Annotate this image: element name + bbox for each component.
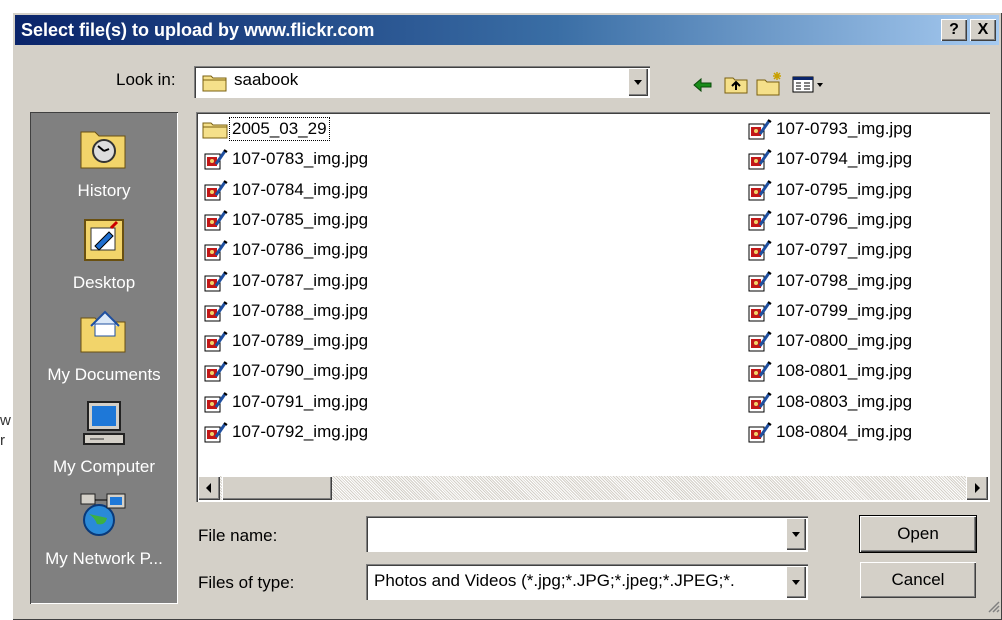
my-network-places-icon	[30, 490, 178, 545]
place-my-computer-label: My Computer	[52, 457, 156, 476]
file-name-text: 107-0786_img.jpg	[232, 240, 369, 260]
place-my-documents-label: My Documents	[47, 365, 161, 384]
file-name-text: 107-0785_img.jpg	[232, 209, 369, 229]
files-of-type-dropdown-button[interactable]	[786, 566, 806, 598]
file-name-text: 107-0783_img.jpg	[232, 149, 369, 169]
image-file-icon	[202, 300, 228, 329]
file-name-text: 2005_03_29	[229, 117, 330, 141]
file-name-text: 107-0790_img.jpg	[232, 361, 369, 381]
files-of-type-dropdown[interactable]: Photos and Videos (*.jpg;*.JPG;*.jpeg;*.…	[366, 564, 808, 600]
image-file-icon	[202, 422, 228, 450]
background-text-fragment: w	[0, 412, 11, 429]
file-name-dropdown-button[interactable]	[786, 518, 806, 550]
scroll-thumb[interactable]	[222, 476, 332, 500]
image-file-icon	[746, 210, 772, 238]
close-button[interactable]: X	[970, 19, 996, 41]
scroll-right-button[interactable]	[966, 476, 988, 500]
file-name-text: 107-0799_img.jpg	[776, 300, 913, 320]
file-name-text: 107-0797_img.jpg	[776, 240, 913, 260]
file-name-text: 107-0791_img.jpg	[232, 391, 369, 411]
file-name-text: 107-0792_img.jpg	[232, 422, 369, 441]
place-my-network-places[interactable]: My Network P...	[30, 490, 178, 569]
view-menu-icon[interactable]	[792, 76, 826, 99]
place-desktop[interactable]: Desktop	[30, 214, 178, 293]
file-name-text: 107-0789_img.jpg	[232, 331, 369, 351]
folder-icon	[202, 119, 228, 145]
image-file-icon	[202, 240, 228, 268]
file-name-text: 107-0800_img.jpg	[776, 331, 913, 351]
image-file-icon	[746, 119, 772, 147]
files-of-type-value: Photos and Videos (*.jpg;*.JPG;*.jpeg;*.…	[374, 571, 735, 590]
new-folder-icon[interactable]	[756, 70, 784, 101]
image-file-icon	[746, 270, 772, 299]
image-file-icon	[202, 331, 228, 359]
image-file-icon	[202, 361, 228, 389]
place-desktop-label: Desktop	[72, 273, 136, 292]
file-name-label: File name:	[198, 526, 278, 545]
help-button[interactable]: ?	[941, 19, 967, 41]
file-name-text: 107-0784_img.jpg	[232, 179, 369, 199]
title-bar[interactable]: Select file(s) to upload by www.flickr.c…	[15, 15, 999, 45]
image-file-icon	[746, 179, 772, 208]
file-name-text: 107-0788_img.jpg	[232, 300, 369, 320]
place-my-computer[interactable]: My Computer	[30, 398, 178, 477]
look-in-value: saabook	[234, 70, 299, 89]
file-name-text: 108-0803_img.jpg	[776, 391, 913, 411]
file-name-text: 107-0793_img.jpg	[776, 119, 913, 138]
folder-icon	[202, 72, 228, 97]
file-name-text: 107-0796_img.jpg	[776, 209, 913, 229]
image-file-icon	[746, 240, 772, 268]
files-of-type-label: Files of type:	[198, 573, 295, 592]
open-button[interactable]: Open	[859, 515, 977, 553]
image-file-icon	[202, 149, 228, 177]
cancel-button[interactable]: Cancel	[860, 562, 976, 598]
image-file-icon	[746, 149, 772, 177]
back-arrow-icon[interactable]	[692, 76, 714, 99]
file-upload-dialog: Select file(s) to upload by www.flickr.c…	[12, 12, 1002, 620]
history-icon	[30, 122, 178, 177]
image-file-icon	[202, 179, 228, 208]
dialog-title: Select file(s) to upload by www.flickr.c…	[21, 20, 375, 40]
image-file-icon	[746, 331, 772, 359]
my-documents-icon	[30, 306, 178, 361]
file-name-input[interactable]	[366, 516, 808, 552]
image-file-icon	[202, 210, 228, 238]
image-file-icon	[746, 422, 772, 450]
background-page-left	[0, 0, 12, 620]
image-file-icon	[202, 270, 228, 299]
place-my-network-places-label: My Network P...	[45, 549, 163, 568]
file-list[interactable]: 2005_03_29 107-0783_img.jpg 107-0784_img.j…	[196, 112, 990, 502]
file-name-text: 108-0804_img.jpg	[776, 422, 913, 441]
up-one-level-icon[interactable]	[724, 74, 748, 99]
image-file-icon	[746, 361, 772, 389]
resize-grip-icon[interactable]	[986, 598, 1000, 618]
file-name-text: 108-0801_img.jpg	[776, 361, 913, 381]
file-name-text: 107-0798_img.jpg	[776, 270, 913, 290]
look-in-dropdown-button[interactable]	[628, 68, 648, 96]
my-computer-icon	[30, 398, 178, 453]
file-name-text: 107-0795_img.jpg	[776, 179, 913, 199]
place-my-documents[interactable]: My Documents	[30, 306, 178, 385]
place-history-label: History	[77, 181, 131, 200]
look-in-label: Look in:	[116, 70, 176, 89]
background-text-fragment: r	[0, 432, 5, 449]
horizontal-scrollbar[interactable]	[198, 476, 988, 500]
scroll-left-arrow-icon	[206, 483, 211, 493]
scroll-right-arrow-icon	[975, 483, 980, 493]
image-file-icon	[202, 391, 228, 420]
background-page-top	[0, 0, 1002, 12]
file-name-text: 107-0794_img.jpg	[776, 149, 913, 169]
file-name-text: 107-0787_img.jpg	[232, 270, 369, 290]
look-in-dropdown[interactable]: saabook	[194, 66, 650, 98]
places-bar: History Desktop My Documents My Computer…	[30, 112, 178, 604]
image-file-icon	[746, 391, 772, 420]
image-file-icon	[746, 300, 772, 329]
place-history[interactable]: History	[30, 122, 178, 201]
desktop-icon	[30, 214, 178, 269]
scroll-left-button[interactable]	[198, 476, 220, 500]
